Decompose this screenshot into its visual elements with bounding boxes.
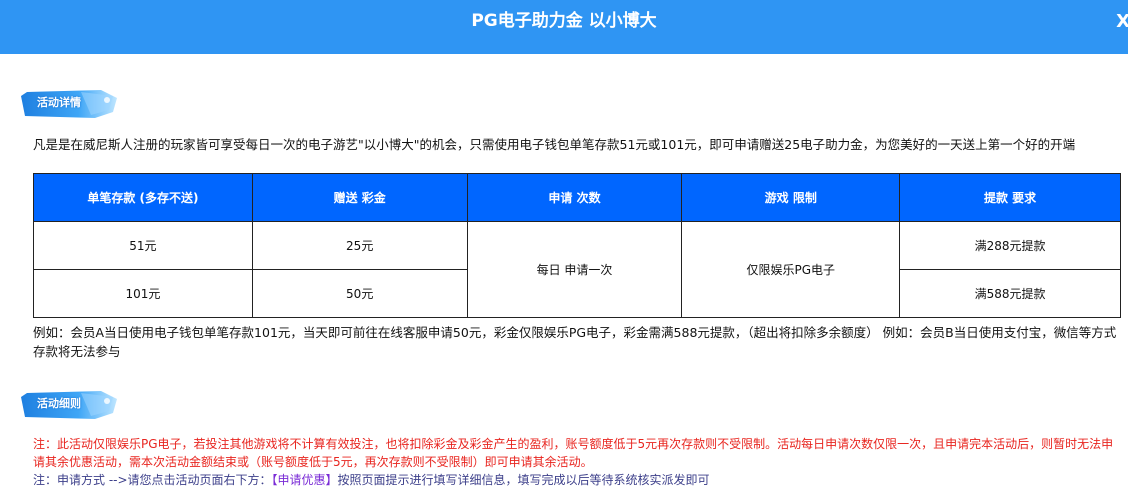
col-header-game-limit: 游戏 限制 [681, 173, 901, 222]
col-header-deposit: 单笔存款 (多存不送) [33, 173, 253, 222]
example-paragraph: 例如：会员A当日使用电子钱包单笔存款101元，当天即可前往在线客服申请50元，彩… [33, 325, 1117, 359]
cell-deposit: 51元 [33, 221, 253, 270]
cell-deposit: 101元 [33, 269, 253, 318]
section-tag-details: 活动详情 [21, 88, 117, 119]
page-title: PG电子助力金 以小博大 [471, 11, 657, 31]
section-tag-label: 活动详情 [37, 96, 81, 109]
cell-bonus: 50元 [251, 269, 468, 318]
header-bar: PG电子助力金 以小博大 X [0, 0, 1128, 54]
cell-bonus: 25元 [251, 221, 468, 270]
close-icon[interactable]: X [1116, 12, 1128, 32]
table-header-row: 单笔存款 (多存不送) 赠送 彩金 申请 次数 游戏 限制 提款 要求 [33, 173, 1121, 222]
cell-apply-times: 每日 申请一次 [466, 221, 683, 318]
col-header-bonus: 赠送 彩金 [251, 173, 468, 222]
intro-paragraph: 凡是是在威尼斯人注册的玩家皆可享受每日一次的电子游艺"以小博大"的机会，只需使用… [33, 137, 1076, 152]
note-apply-suffix: 按照页面提示进行填写详细信息，填写完成以后等待系统核实派发即可 [337, 473, 710, 487]
notes-block: 注：此活动仅限娱乐PG电子，若投注其他游戏将不计算有效投注，也将扣除彩金及彩金产… [33, 435, 1123, 489]
bonus-rules-table: 单笔存款 (多存不送) 赠送 彩金 申请 次数 游戏 限制 提款 要求 51元 … [33, 173, 1121, 318]
note-apply-method: 注：申请方式 -->请您点击活动页面右下方：【申请优惠】按照页面提示进行填写详细… [33, 471, 1123, 489]
col-header-withdraw: 提款 要求 [899, 173, 1121, 222]
table-row: 51元 25元 每日 申请一次 仅限娱乐PG电子 满288元提款 [33, 221, 1121, 318]
cell-withdraw: 满588元提款 [899, 269, 1121, 318]
cell-withdraw: 满288元提款 [899, 221, 1121, 270]
section-tag-rules: 活动细则 [21, 389, 117, 420]
apply-offer-link[interactable]: 【申请优惠】 [272, 473, 338, 487]
cell-game-limit: 仅限娱乐PG电子 [681, 221, 901, 318]
note-apply-prefix: 注：申请方式 -->请您点击活动页面右下方： [33, 473, 272, 487]
section-tag-label: 活动细则 [37, 397, 81, 410]
note-red-text: 注：此活动仅限娱乐PG电子，若投注其他游戏将不计算有效投注，也将扣除彩金及彩金产… [33, 437, 1114, 469]
col-header-apply-times: 申请 次数 [466, 173, 683, 222]
